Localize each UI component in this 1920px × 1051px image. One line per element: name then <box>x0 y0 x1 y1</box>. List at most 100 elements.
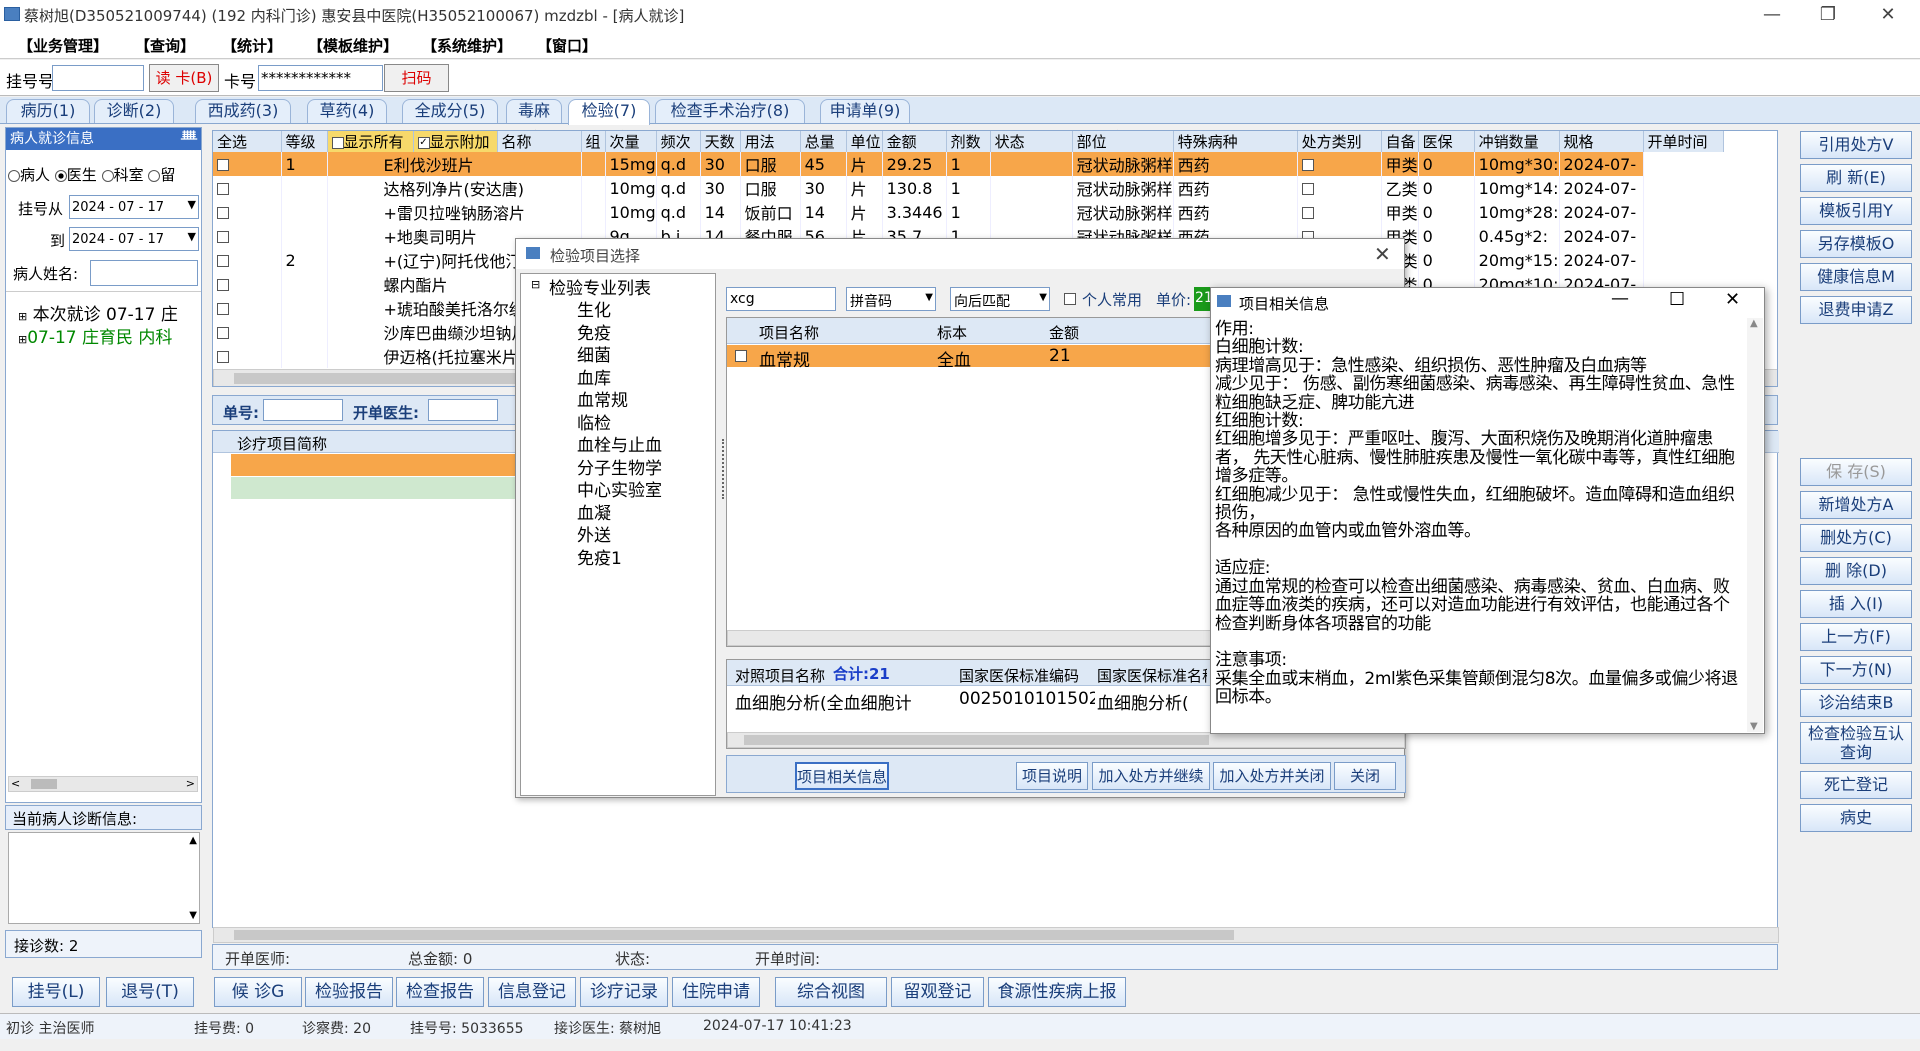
order-no-input[interactable] <box>263 399 343 421</box>
mutual-recognition-button[interactable]: 检查检验互认查询 <box>1800 722 1912 764</box>
refresh-button[interactable]: 刷 新(E) <box>1800 164 1912 192</box>
expand-icon[interactable]: ⊞ <box>18 310 27 323</box>
row-checkbox[interactable] <box>217 207 229 219</box>
self-supplied-checkbox[interactable] <box>1301 159 1314 171</box>
tree-item-molecular[interactable]: 分子生物学 <box>577 454 662 479</box>
lab-report-button[interactable]: 检验报告 <box>305 977 393 1007</box>
unregister-button[interactable]: 退号(T) <box>106 977 194 1007</box>
restore-button[interactable]: ❐ <box>1800 0 1856 31</box>
tree-item-outsourced[interactable]: 外送 <box>577 521 611 546</box>
row-select-cell[interactable] <box>213 344 282 368</box>
popup-close-icon[interactable]: ✕ <box>1725 289 1740 310</box>
tree-item-thrombosis[interactable]: 血栓与止血 <box>577 431 662 456</box>
chevron-right-icon[interactable]: > <box>186 777 195 790</box>
popup-maximize-icon[interactable]: ☐ <box>1669 289 1685 310</box>
exam-report-button[interactable]: 检查报告 <box>396 977 484 1007</box>
scroll-down-icon[interactable]: ▼ <box>1750 721 1758 732</box>
tab-western-medicine[interactable]: 西成药(3) <box>195 99 291 123</box>
row-checkbox[interactable] <box>217 255 229 267</box>
lab-item-row[interactable]: 血常规 全血 21 <box>727 345 1215 371</box>
template-cite-button[interactable]: 模板引用Y <box>1800 197 1912 225</box>
self-supplied-checkbox[interactable] <box>1301 207 1314 219</box>
health-info-button[interactable]: 健康信息M <box>1800 263 1912 291</box>
radio-patient[interactable] <box>8 169 20 182</box>
search-input[interactable]: xcg <box>726 287 836 311</box>
scroll-thumb[interactable] <box>31 779 57 789</box>
table-row[interactable]: +雷贝拉唑钠肠溶片 10mg q.d 14 饭前口 14 片 3.3446 1 冠状动脉粥样 西药甲… <box>213 200 1723 224</box>
reg-no-input[interactable] <box>52 65 144 91</box>
self-supplied-cell[interactable] <box>1297 200 1382 224</box>
overview-button[interactable]: 综合视图 <box>775 977 887 1007</box>
save-button[interactable]: 保 存(S) <box>1800 458 1912 486</box>
radio-stay[interactable] <box>148 169 161 182</box>
menu-business[interactable]: 【业务管理】 <box>18 35 108 56</box>
date-from-input[interactable]: 2024 - 07 - 17 ▼ <box>69 195 199 219</box>
menu-stats[interactable]: 【统计】 <box>222 35 282 56</box>
header-show-extra[interactable]: ✓ 显示附加 <box>413 131 498 152</box>
tab-diagnosis[interactable]: 诊断(2) <box>94 99 174 123</box>
lab-item-hscroll[interactable] <box>727 630 1215 646</box>
scroll-thumb[interactable] <box>234 930 1234 940</box>
table-row[interactable]: 1 E利伐沙班片 15mg q.d 30 口服 45 片 29.25 1 冠状动脉粥样 西药 甲类 0 10… <box>213 152 1723 176</box>
order-row-selected[interactable] <box>231 454 521 476</box>
new-rx-button[interactable]: 新增处方A <box>1800 491 1912 519</box>
tab-lab-test[interactable]: 检验(7) <box>568 99 650 125</box>
delete-rx-button[interactable]: 删处方(C) <box>1800 524 1912 552</box>
tab-full-ingredient[interactable]: 全成分(5) <box>402 99 498 123</box>
death-register-button[interactable]: 死亡登记 <box>1800 771 1912 799</box>
left-hscroll[interactable]: < > <box>8 776 198 792</box>
row-select-cell[interactable] <box>213 224 282 248</box>
row-checkbox[interactable] <box>217 303 229 315</box>
finish-visit-button[interactable]: 诊治结束B <box>1800 689 1912 717</box>
info-register-button[interactable]: 信息登记 <box>488 977 576 1007</box>
scroll-thumb[interactable] <box>744 735 1209 745</box>
prev-rx-button[interactable]: 上一方(F) <box>1800 623 1912 651</box>
show-extra-checkbox[interactable]: ✓ <box>417 136 430 149</box>
row-checkbox[interactable] <box>217 351 229 363</box>
save-template-button[interactable]: 另存模板O <box>1800 230 1912 258</box>
chevron-down-icon[interactable]: ▼ <box>188 198 196 211</box>
cite-rx-button[interactable]: 引用处方V <box>1800 131 1912 159</box>
insert-button[interactable]: 插 入(I) <box>1800 590 1912 618</box>
tree-item-central-lab[interactable]: 中心实验室 <box>577 476 662 501</box>
collapse-icon[interactable]: ⊟ <box>531 278 540 291</box>
row-select-cell[interactable] <box>213 248 282 272</box>
header-select-all[interactable]: 全选 <box>213 131 282 152</box>
scroll-up-icon[interactable]: ▲ <box>1750 318 1758 329</box>
popup-minimize-icon[interactable]: — <box>1611 288 1629 309</box>
card-no-input[interactable]: ************ <box>258 65 383 91</box>
add-close-button[interactable]: 加入处方并关闭 <box>1213 762 1331 790</box>
diag-info-box[interactable]: ▲ ▼ <box>8 832 200 924</box>
row-select-cell[interactable] <box>213 320 282 344</box>
row-select-cell[interactable] <box>213 296 282 320</box>
table-row[interactable]: 达格列净片(安达唐) 10mg q.d 30 口服 30 片 130.8 1 冠状动脉粥样 西药 乙类… <box>213 176 1723 200</box>
tree-item-clinical[interactable]: 临检 <box>577 409 611 434</box>
tree-item-coagulation[interactable]: 血凝 <box>577 499 611 524</box>
item-info-button[interactable]: 项目相关信息 <box>795 762 889 790</box>
tree-item-cbc[interactable]: 血常规 <box>577 386 628 411</box>
row-checkbox[interactable] <box>217 327 229 339</box>
tree-item-bacteria[interactable]: 细菌 <box>577 341 611 366</box>
add-continue-button[interactable]: 加入处方并继续 <box>1092 762 1210 790</box>
date-to-input[interactable]: 2024 - 07 - 17 ▼ <box>69 227 199 251</box>
tree-item-immuno1[interactable]: 免疫1 <box>577 544 622 569</box>
row-select-cell[interactable] <box>213 176 282 200</box>
tab-medical-record[interactable]: 病历(1) <box>6 99 90 123</box>
popup-vscroll[interactable]: ▲ ▼ <box>1747 318 1763 732</box>
tab-narcotics[interactable]: 毒麻 <box>506 99 562 123</box>
chevron-left-icon[interactable]: < <box>11 777 20 790</box>
delete-button[interactable]: 删 除(D) <box>1800 557 1912 585</box>
history-button[interactable]: 病史 <box>1800 804 1912 832</box>
pin-icon[interactable]: ᚙ <box>181 128 197 150</box>
dialog-close-button[interactable]: 关闭 <box>1334 762 1396 790</box>
show-all-checkbox[interactable] <box>331 136 344 149</box>
reference-hscroll[interactable] <box>727 732 1405 748</box>
foodborne-report-button[interactable]: 食源性疾病上报 <box>988 977 1126 1007</box>
radio-dept[interactable] <box>101 169 114 182</box>
self-supplied-checkbox[interactable] <box>1301 183 1314 195</box>
close-button[interactable]: ✕ <box>1860 0 1916 31</box>
admission-request-button[interactable]: 住院申请 <box>672 977 760 1007</box>
scroll-down-icon[interactable]: ▼ <box>189 910 197 921</box>
row-checkbox[interactable] <box>217 231 229 243</box>
dialog-close-icon[interactable]: ✕ <box>1374 242 1391 266</box>
